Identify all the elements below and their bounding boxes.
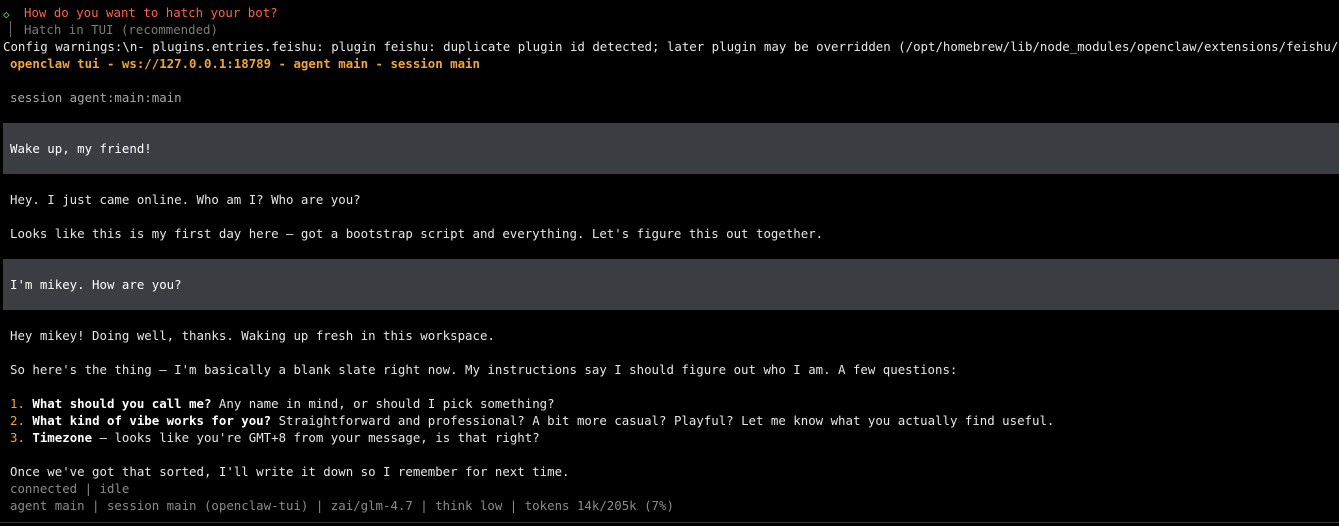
connection-status: connected | idle xyxy=(10,481,130,496)
assistant-closing-line: Once we've got that sorted, I'll write i… xyxy=(10,464,570,479)
wizard-option-bar xyxy=(10,21,11,37)
question-item-3: 3. Timezone — looks like you're GMT+8 fr… xyxy=(10,429,540,446)
wizard-question: How do you want to hatch your bot? xyxy=(24,5,278,20)
user-message-text: Wake up, my friend! xyxy=(10,141,152,156)
assistant-message-1-line-1: Hey. I just came online. Who am I? Who a… xyxy=(10,192,361,207)
question-number: 1. xyxy=(10,396,25,411)
input-divider xyxy=(0,522,1339,523)
question-title: What should you call me? xyxy=(32,396,212,411)
question-title: What kind of vibe works for you? xyxy=(32,413,272,428)
question-number: 3. xyxy=(10,430,25,445)
user-message-text: I'm mikey. How are you? xyxy=(10,277,182,292)
session-info-bar: agent main | session main (openclaw-tui)… xyxy=(10,498,674,513)
session-label: session agent:main:main xyxy=(10,90,182,105)
wizard-option-hatch-tui[interactable]: Hatch in TUI (recommended) xyxy=(24,21,218,38)
question-title: Timezone xyxy=(32,430,93,445)
user-message-1: Wake up, my friend! xyxy=(3,123,1339,174)
question-detail: Straightforward and professional? A bit … xyxy=(271,413,1055,428)
question-number: 2. xyxy=(10,413,25,428)
assistant-message-1-line-2: Looks like this is my first day here — g… xyxy=(10,226,824,241)
wizard-diamond-icon: ◇ xyxy=(3,8,10,21)
question-item-1: 1. What should you call me? Any name in … xyxy=(10,395,555,412)
tui-header: openclaw tui - ws://127.0.0.1:18789 - ag… xyxy=(10,56,480,71)
assistant-message-2-line-1: Hey mikey! Doing well, thanks. Waking up… xyxy=(10,328,495,343)
question-detail: — looks like you're GMT+8 from your mess… xyxy=(92,430,540,445)
assistant-message-2-line-2: So here's the thing — I'm basically a bl… xyxy=(10,362,958,377)
user-message-2: I'm mikey. How are you? xyxy=(3,259,1339,310)
question-item-2: 2. What kind of vibe works for you? Stra… xyxy=(10,412,1054,429)
question-detail: Any name in mind, or should I pick somet… xyxy=(211,396,555,411)
config-warning: Config warnings:\n- plugins.entries.feis… xyxy=(3,39,1339,54)
